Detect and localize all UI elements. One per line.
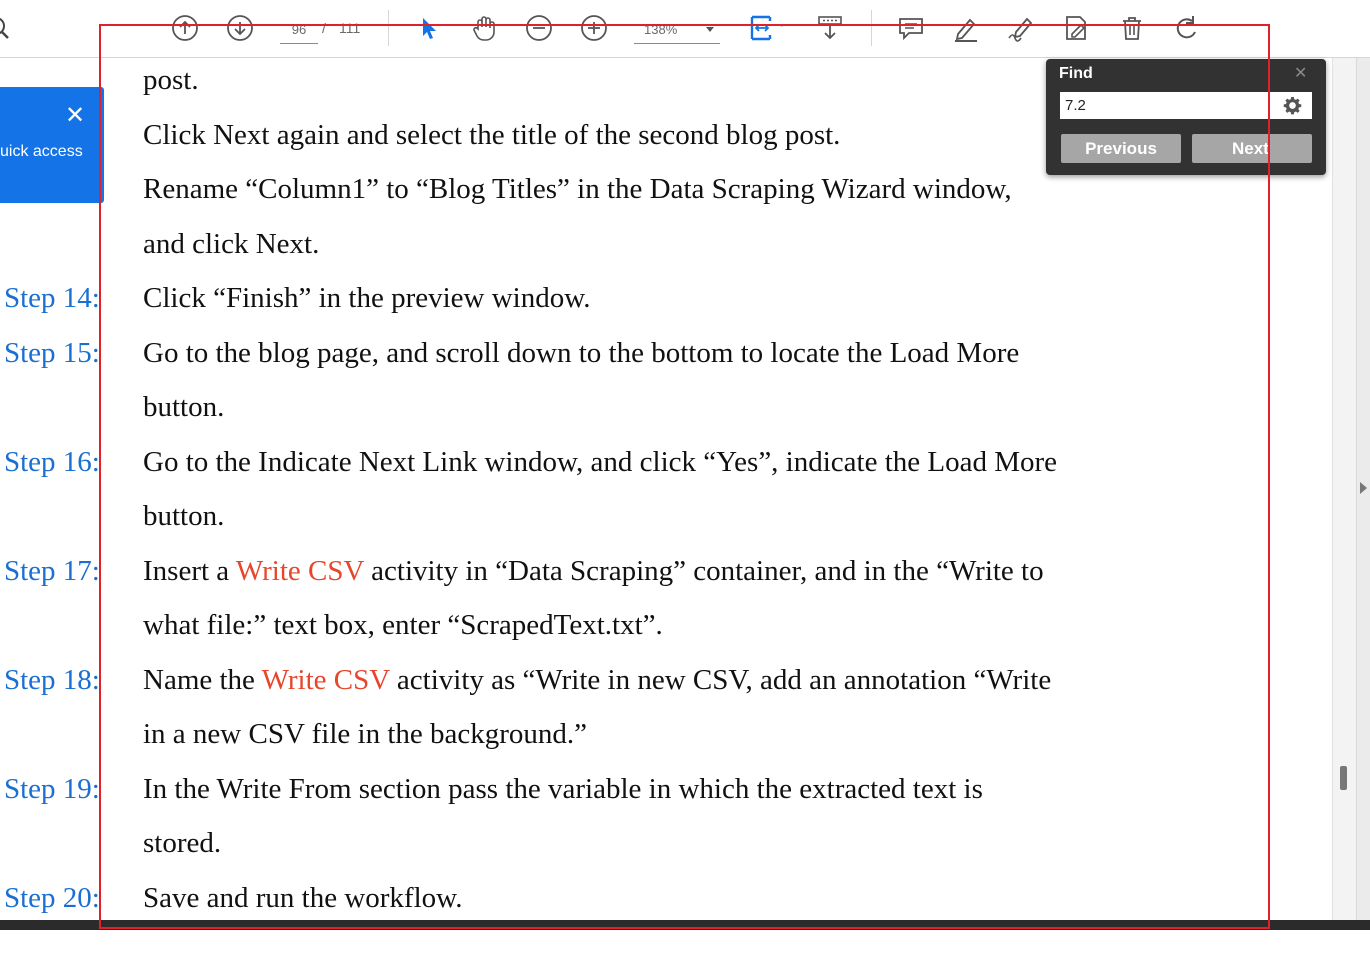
chevron-down-icon	[706, 27, 714, 32]
page-number-input[interactable]	[280, 16, 318, 44]
activity-link: Write CSV	[261, 664, 390, 696]
next-button[interactable]: Next	[1192, 134, 1312, 163]
gear-icon[interactable]	[1273, 92, 1312, 119]
search-icon[interactable]	[0, 12, 16, 44]
fit-page-icon[interactable]	[746, 12, 790, 44]
zoom-in-icon[interactable]	[579, 12, 609, 44]
text-segment: Insert a	[143, 555, 236, 587]
edit-pdf-icon[interactable]	[1061, 12, 1091, 44]
doc-line: Save and run the workflow.	[143, 882, 463, 914]
text-segment: activity in “Data Scraping” container, a…	[363, 555, 1044, 587]
zoom-out-icon[interactable]	[524, 12, 554, 44]
comment-icon[interactable]	[896, 12, 926, 44]
step-label: Step 14:	[4, 282, 100, 314]
zoom-select[interactable]: 138%	[634, 16, 720, 44]
close-icon[interactable]: ✕	[1294, 63, 1307, 82]
find-input[interactable]	[1060, 92, 1273, 119]
doc-line: in a new CSV file in the background.”	[143, 718, 588, 750]
previous-button[interactable]: Previous	[1061, 134, 1181, 163]
doc-line: Rename “Column1” to “Blog Titles” in the…	[143, 173, 1012, 205]
doc-line: Name the Write CSV activity as “Write in…	[143, 664, 1051, 697]
prev-page-icon[interactable]	[170, 12, 200, 44]
step-label: Step 15:	[4, 337, 100, 369]
text-segment: activity as “Write in new CSV, add an an…	[389, 664, 1052, 696]
doc-line: Insert a Write CSV activity in “Data Scr…	[143, 555, 1044, 588]
select-tool-icon[interactable]	[414, 12, 444, 44]
hand-tool-icon[interactable]	[469, 12, 499, 44]
expand-panel-icon[interactable]	[1360, 482, 1367, 494]
toolbar-divider	[388, 10, 389, 46]
doc-line: button.	[143, 391, 225, 423]
step-label: Step 17:	[4, 555, 100, 587]
doc-line: what file:” text box, enter “ScrapedText…	[143, 609, 663, 641]
step-label: Step 20:	[4, 882, 100, 914]
doc-line: and click Next.	[143, 228, 320, 260]
delete-icon[interactable]	[1117, 12, 1147, 44]
doc-line: Click “Finish” in the preview window.	[143, 282, 591, 314]
bottom-bar	[0, 920, 1370, 930]
quick-access-label: uick access	[0, 143, 83, 160]
document-page: post. Click Next again and select the ti…	[0, 58, 1332, 920]
doc-line: Go to the blog page, and scroll down to …	[143, 337, 1020, 369]
doc-line: button.	[143, 500, 225, 532]
doc-line: In the Write From section pass the varia…	[143, 773, 983, 805]
toolbar-divider	[871, 10, 872, 46]
doc-line: Go to the Indicate Next Link window, and…	[143, 446, 1058, 478]
activity-link: Write CSV	[235, 555, 364, 587]
quick-access-panel[interactable]: ✕ uick access	[0, 87, 104, 203]
draw-icon[interactable]	[1006, 12, 1036, 44]
doc-line: post.	[143, 64, 199, 96]
next-page-icon[interactable]	[225, 12, 255, 44]
doc-line: Click Next again and select the title of…	[143, 119, 841, 151]
zoom-value: 138%	[644, 22, 678, 37]
bottom-area	[0, 930, 1370, 955]
top-toolbar: / 111 138%	[0, 0, 1370, 58]
find-title: Find	[1059, 65, 1093, 82]
text-segment: Name the	[143, 664, 262, 696]
find-dialog: Find ✕ Previous Next	[1046, 59, 1326, 175]
undo-icon[interactable]	[1172, 12, 1202, 44]
highlight-icon[interactable]	[951, 12, 981, 44]
scroll-thumb[interactable]	[1340, 766, 1347, 790]
scroll-mode-icon[interactable]	[815, 12, 845, 44]
doc-line: stored.	[143, 827, 222, 859]
page-total: 111	[339, 20, 361, 36]
page-separator: /	[322, 20, 326, 36]
step-label: Step 19:	[4, 773, 100, 805]
close-icon[interactable]: ✕	[64, 103, 86, 127]
step-label: Step 18:	[4, 664, 100, 696]
step-label: Step 16:	[4, 446, 100, 478]
